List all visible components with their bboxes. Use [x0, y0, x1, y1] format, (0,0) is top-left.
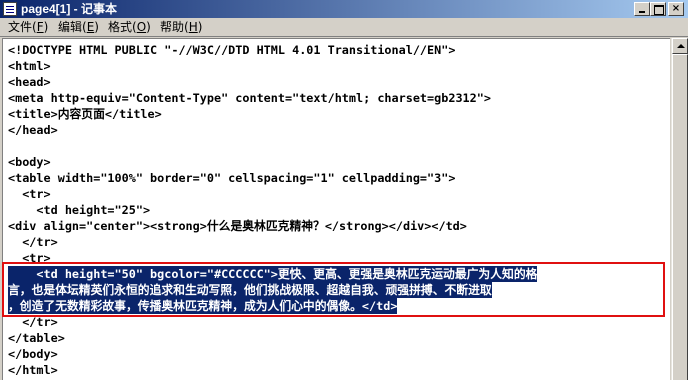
editor-line: <head>: [8, 75, 51, 89]
menu-file[interactable]: 文件(F): [6, 18, 50, 37]
editor-line: <html>: [8, 59, 51, 73]
window-title: page4[1] - 记事本: [21, 2, 118, 16]
editor-line: <meta http-equiv="Content-Type" content=…: [8, 91, 491, 105]
notepad-app-icon[interactable]: [3, 2, 17, 16]
editor-line: <table width="100%" border="0" cellspaci…: [8, 171, 456, 185]
editor-line: </table>: [8, 331, 65, 345]
editor-line: <tr>: [8, 187, 51, 201]
vertical-scrollbar[interactable]: [670, 38, 688, 380]
menu-edit[interactable]: 编辑(E): [56, 18, 101, 37]
menu-bar: 文件(F) 编辑(E) 格式(O) 帮助(H): [0, 18, 688, 37]
text-editor-area[interactable]: <!DOCTYPE HTML PUBLIC "-//W3C//DTD HTML …: [2, 38, 670, 380]
editor-line: <td height="25">: [8, 203, 151, 217]
editor-line: <title>内容页面</title>: [8, 107, 162, 121]
menu-help[interactable]: 帮助(H): [158, 18, 204, 37]
maximize-button[interactable]: [650, 2, 666, 16]
editor-line: <body>: [8, 155, 51, 169]
scroll-up-arrow-icon[interactable]: [672, 38, 688, 54]
editor-line: </tr>: [8, 235, 58, 249]
close-button[interactable]: ×: [668, 2, 684, 16]
editor-line: </body>: [8, 347, 58, 361]
notepad-window: page4[1] - 记事本 × 文件(F) 编辑(E) 格式(O) 帮助(H)…: [0, 0, 688, 380]
editor-line: </head>: [8, 123, 58, 137]
annotation-highlight-box: [2, 262, 665, 317]
minimize-button[interactable]: [634, 2, 650, 16]
editor-line: </html>: [8, 363, 58, 377]
scrollbar-thumb[interactable]: [672, 54, 688, 380]
menu-format[interactable]: 格式(O): [106, 18, 153, 37]
editor-line: <div align="center"><strong>什么是奥林匹克精神？</…: [8, 219, 467, 233]
title-bar[interactable]: page4[1] - 记事本 ×: [0, 0, 688, 18]
editor-line: <!DOCTYPE HTML PUBLIC "-//W3C//DTD HTML …: [8, 43, 456, 57]
